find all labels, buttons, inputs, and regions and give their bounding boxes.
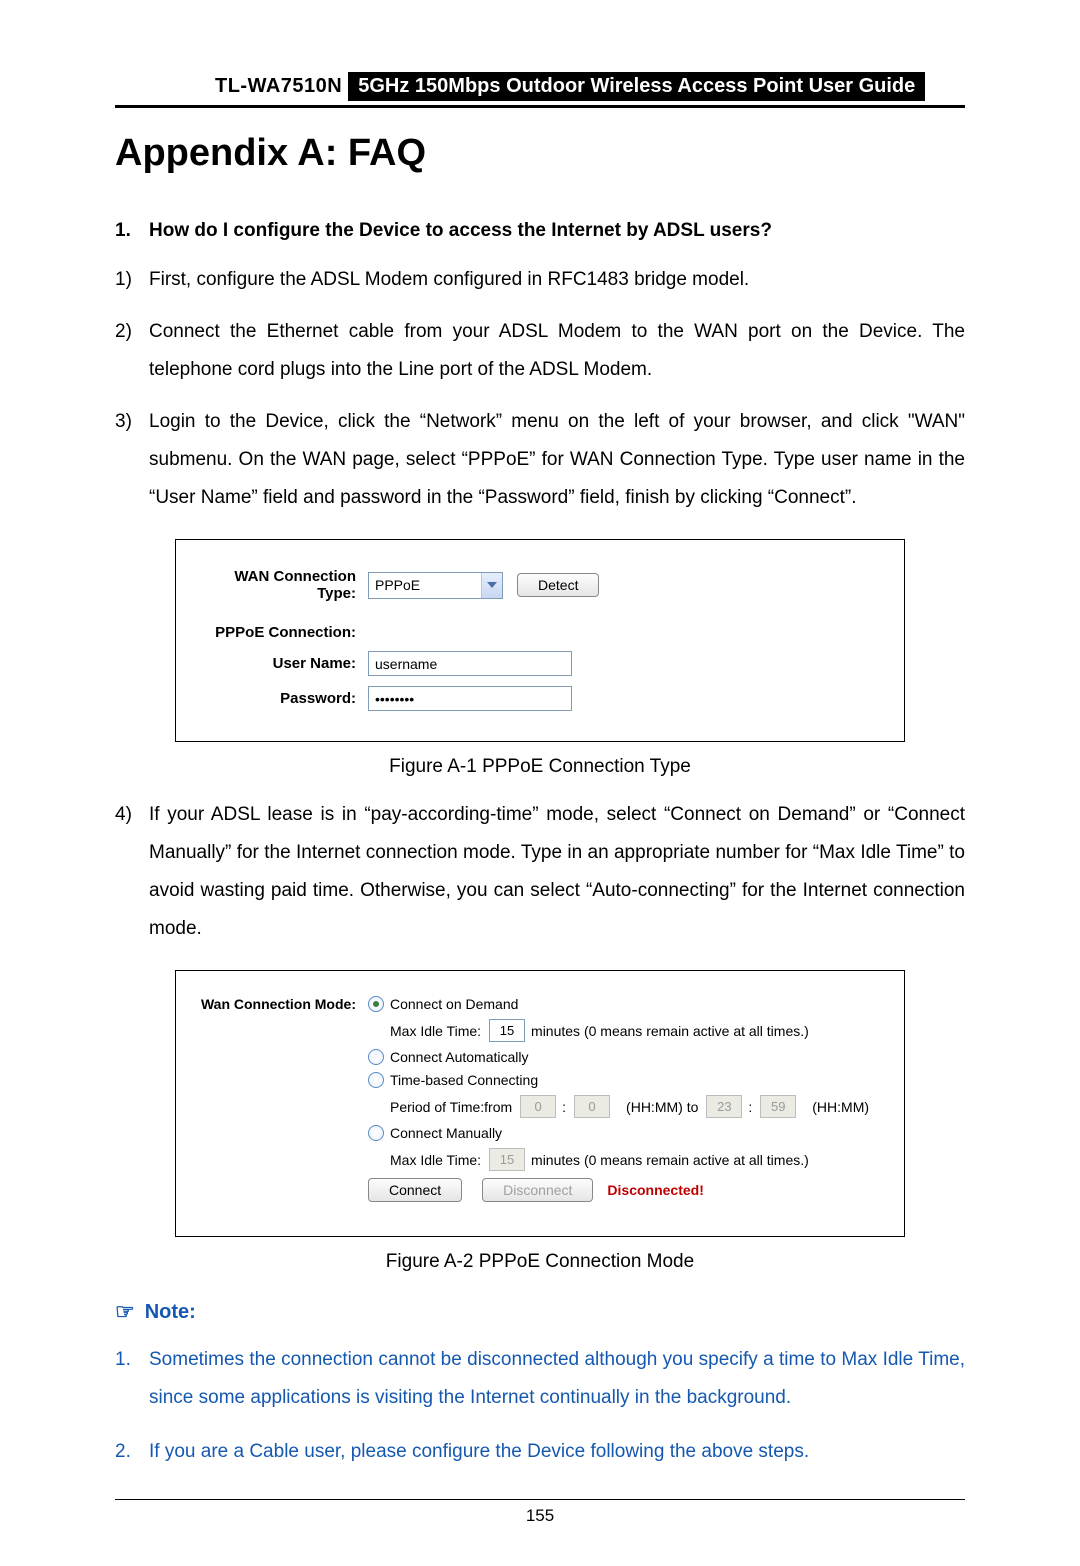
page-title: Appendix A: FAQ bbox=[115, 132, 965, 175]
max-idle-input[interactable]: 15 bbox=[489, 1019, 525, 1042]
max-idle-input-2[interactable]: 15 bbox=[489, 1148, 525, 1171]
username-input[interactable]: username bbox=[368, 651, 572, 676]
connect-button[interactable]: Connect bbox=[368, 1178, 462, 1202]
figure-a1-box: WAN Connection Type: PPPoE Detect PPPoE … bbox=[175, 539, 905, 742]
note-number: 2. bbox=[115, 1433, 149, 1471]
max-idle-label: Max Idle Time: bbox=[390, 1152, 481, 1168]
radio-time-based[interactable] bbox=[368, 1072, 384, 1088]
step-number: 2) bbox=[115, 313, 149, 389]
connection-status: Disconnected! bbox=[607, 1182, 703, 1198]
disconnect-button[interactable]: Disconnect bbox=[482, 1178, 593, 1202]
note-text: Sometimes the connection cannot be disco… bbox=[149, 1341, 965, 1417]
time-to-h-input[interactable]: 23 bbox=[706, 1095, 742, 1118]
radio-connect-on-demand[interactable] bbox=[368, 996, 384, 1012]
period-label: Period of Time:from bbox=[390, 1099, 512, 1115]
radio-label: Time-based Connecting bbox=[390, 1072, 538, 1088]
figure-a1-caption: Figure A-1 PPPoE Connection Type bbox=[115, 756, 965, 778]
detect-button[interactable]: Detect bbox=[517, 573, 599, 597]
note-heading-text: Note: bbox=[145, 1301, 196, 1324]
hhmm-label: (HH:MM) bbox=[812, 1099, 869, 1115]
step-text: If your ADSL lease is in “pay-according-… bbox=[149, 796, 965, 948]
radio-label: Connect Automatically bbox=[390, 1049, 529, 1065]
password-label: Password: bbox=[198, 690, 368, 707]
step-4: 4) If your ADSL lease is in “pay-accordi… bbox=[115, 796, 965, 948]
time-from-m-input[interactable]: 0 bbox=[574, 1095, 610, 1118]
wan-conn-type-select[interactable]: PPPoE bbox=[368, 572, 503, 599]
note-number: 1. bbox=[115, 1341, 149, 1417]
time-from-h-input[interactable]: 0 bbox=[520, 1095, 556, 1118]
figure-a2-box: Wan Connection Mode: Connect on Demand M… bbox=[175, 970, 905, 1237]
note-item-2: 2. If you are a Cable user, please confi… bbox=[115, 1433, 965, 1471]
step-text: First, configure the ADSL Modem configur… bbox=[149, 261, 965, 299]
question-text: How do I configure the Device to access … bbox=[149, 215, 772, 247]
pppoe-section-label: PPPoE Connection: bbox=[198, 624, 368, 641]
pointing-hand-icon: ☞ bbox=[115, 1299, 135, 1325]
step-number: 1) bbox=[115, 261, 149, 299]
username-label: User Name: bbox=[198, 655, 368, 672]
step-text: Login to the Device, click the “Network”… bbox=[149, 403, 965, 517]
step-1: 1) First, configure the ADSL Modem confi… bbox=[115, 261, 965, 299]
radio-connect-manual[interactable] bbox=[368, 1125, 384, 1141]
page-footer: 155 bbox=[115, 1499, 965, 1526]
step-2: 2) Connect the Ethernet cable from your … bbox=[115, 313, 965, 389]
step-number: 3) bbox=[115, 403, 149, 517]
colon: : bbox=[562, 1099, 566, 1115]
time-to-m-input[interactable]: 59 bbox=[760, 1095, 796, 1118]
colon: : bbox=[748, 1099, 752, 1115]
page-number: 155 bbox=[526, 1506, 554, 1525]
note-heading: ☞ Note: bbox=[115, 1299, 965, 1325]
header-model: TL-WA7510N bbox=[115, 75, 342, 98]
radio-connect-auto[interactable] bbox=[368, 1049, 384, 1065]
faq-question: 1. How do I configure the Device to acce… bbox=[115, 215, 965, 247]
radio-label: Connect on Demand bbox=[390, 996, 518, 1012]
document-page: TL-WA7510N 5GHz 150Mbps Outdoor Wireless… bbox=[0, 0, 1080, 1566]
page-header: TL-WA7510N 5GHz 150Mbps Outdoor Wireless… bbox=[115, 72, 965, 108]
note-text: If you are a Cable user, please configur… bbox=[149, 1433, 965, 1471]
header-title: 5GHz 150Mbps Outdoor Wireless Access Poi… bbox=[348, 72, 925, 101]
chevron-down-icon bbox=[481, 573, 502, 598]
max-idle-suffix: minutes (0 means remain active at all ti… bbox=[531, 1023, 809, 1039]
password-input[interactable]: •••••••• bbox=[368, 686, 572, 711]
max-idle-label: Max Idle Time: bbox=[390, 1023, 481, 1039]
step-number: 4) bbox=[115, 796, 149, 948]
select-value: PPPoE bbox=[369, 577, 481, 593]
note-item-1: 1. Sometimes the connection cannot be di… bbox=[115, 1341, 965, 1417]
question-number: 1. bbox=[115, 215, 149, 247]
step-3: 3) Login to the Device, click the “Netwo… bbox=[115, 403, 965, 517]
wan-conn-type-label: WAN Connection Type: bbox=[198, 568, 368, 602]
hhmm-to-label: (HH:MM) to bbox=[626, 1099, 698, 1115]
radio-label: Connect Manually bbox=[390, 1125, 502, 1141]
step-text: Connect the Ethernet cable from your ADS… bbox=[149, 313, 965, 389]
max-idle-suffix: minutes (0 means remain active at all ti… bbox=[531, 1152, 809, 1168]
figure-a2-caption: Figure A-2 PPPoE Connection Mode bbox=[115, 1251, 965, 1273]
wan-conn-mode-label: Wan Connection Mode: bbox=[198, 996, 368, 1012]
